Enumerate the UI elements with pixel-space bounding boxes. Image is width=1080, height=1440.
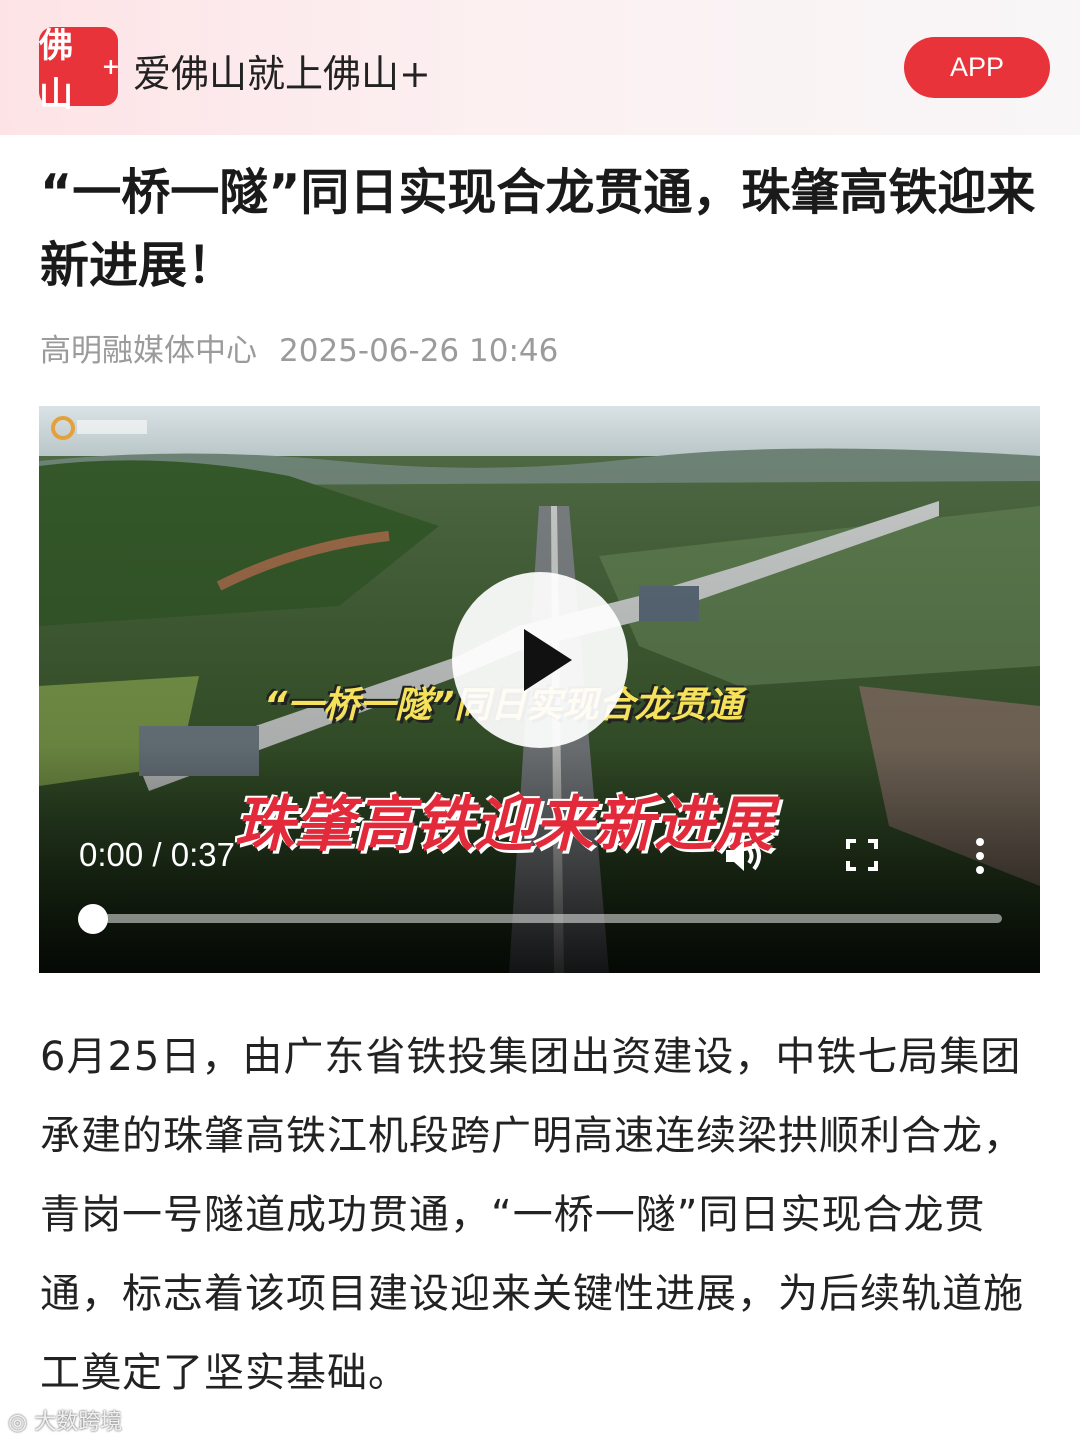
video-overlay-caption-2: 珠肇高铁迎来新进展 (234, 790, 774, 860)
fullscreen-icon[interactable] (845, 838, 879, 872)
watermark-logo-icon: ◎ (8, 1410, 35, 1435)
video-progress-track[interactable] (92, 914, 1002, 923)
logo-plus: + (101, 53, 120, 80)
brand-slogan: 爱佛山就上佛山+ (133, 52, 431, 96)
article-title: “一桥一隧”同日实现合龙贯通，珠肇高铁迎来新进展！ (40, 164, 1036, 294)
article-date: 2025-06-26 10:46 (279, 333, 559, 369)
article-meta: 高明融媒体中心 2025-06-26 10:46 (40, 325, 558, 370)
video-progress-knob[interactable] (78, 904, 108, 934)
volume-icon[interactable] (722, 836, 766, 876)
watermark-text: 大数跨境 (34, 1410, 123, 1435)
play-icon (524, 629, 572, 691)
article-source: 高明融媒体中心 (40, 333, 257, 369)
logo-text: 佛山 (39, 25, 73, 115)
watermark: ◎ 大数跨境 (8, 1404, 122, 1436)
open-app-button[interactable]: APP (904, 37, 1050, 98)
more-vertical-icon[interactable] (970, 836, 990, 876)
play-button[interactable] (452, 572, 628, 748)
article-body: 6月25日，由广东省铁投集团出资建设，中铁七局集团承建的珠肇高铁江机段跨广明高速… (40, 1034, 1024, 1396)
video-time-display: 0:00 / 0:37 (79, 836, 235, 873)
foshan-plus-logo[interactable]: 佛山 + (39, 26, 120, 115)
top-banner: 佛山 + 爱佛山就上佛山+ APP (0, 0, 1080, 135)
